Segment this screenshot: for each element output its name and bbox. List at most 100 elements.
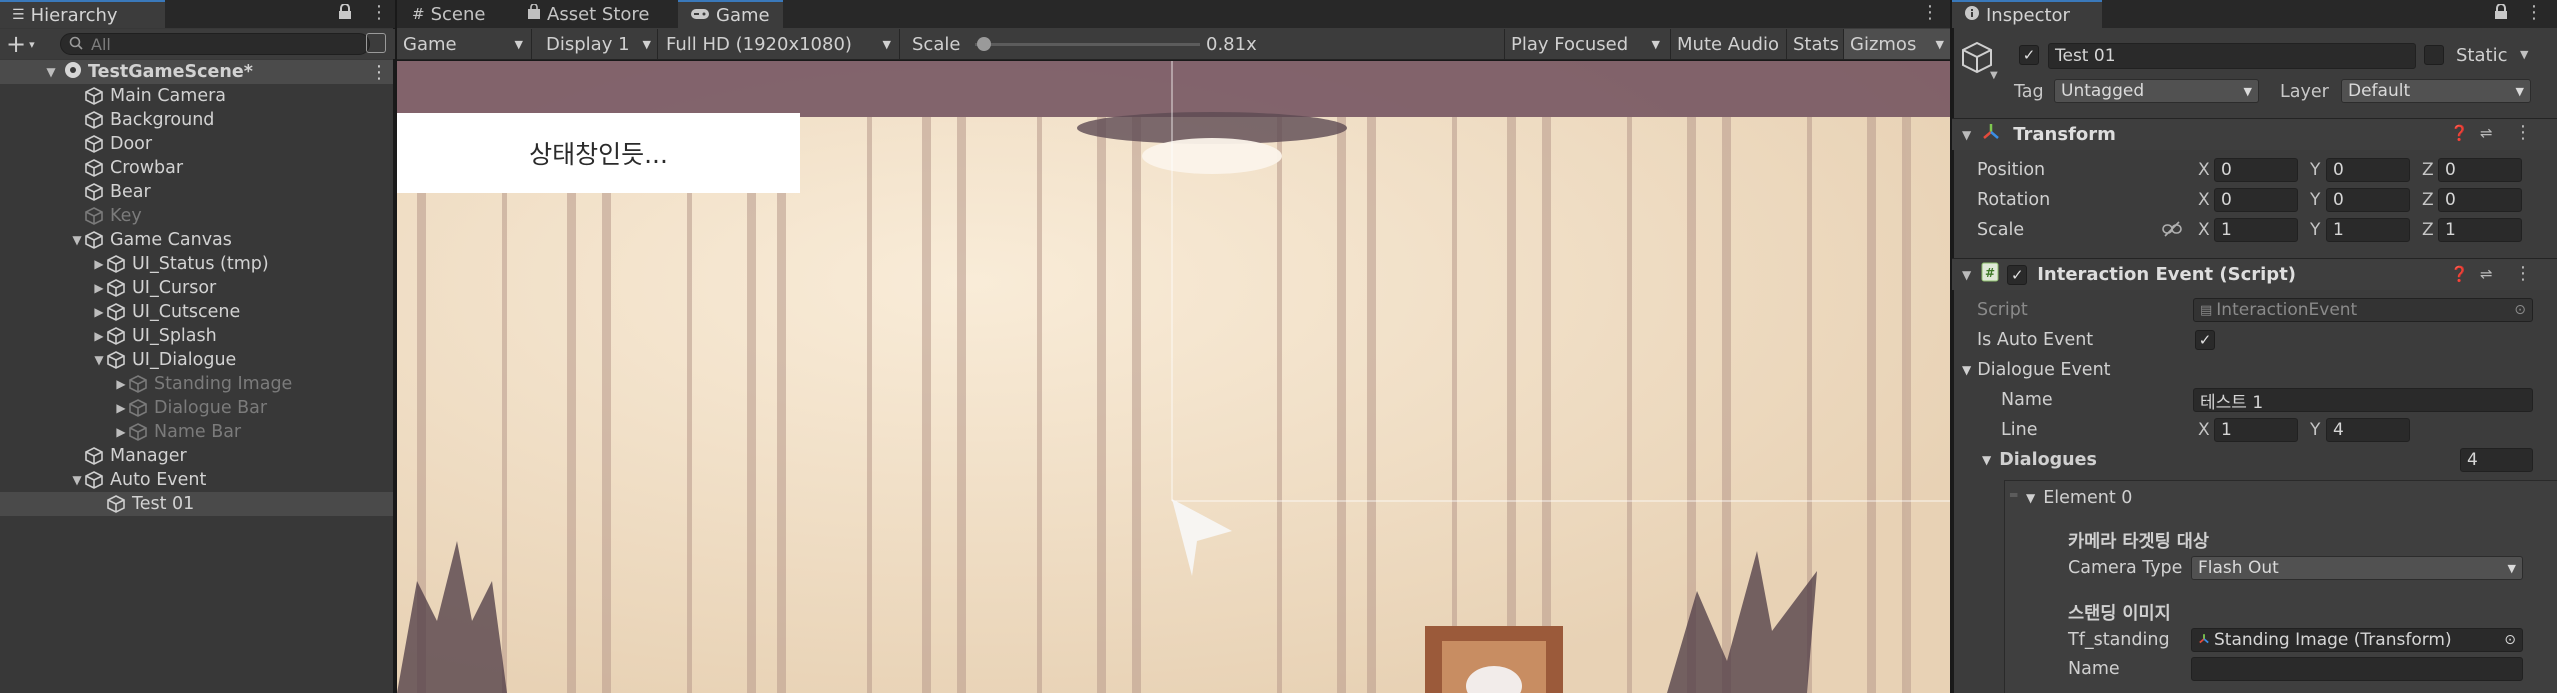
hierarchy-item[interactable]: Main Camera (0, 84, 393, 108)
hierarchy-item[interactable]: Key (0, 204, 393, 228)
dialogue-event-foldout[interactable]: ▼ Dialogue Event (1962, 356, 2111, 384)
expand-arrow-icon[interactable]: ▼ (92, 353, 106, 367)
hierarchy-item[interactable]: ▼ Game Canvas (0, 228, 393, 252)
scale-x-field[interactable]: 1 (2214, 218, 2298, 242)
position-y-field[interactable]: 0 (2326, 158, 2410, 182)
tab-inspector[interactable]: Inspector (1952, 0, 2102, 28)
rotation-x-field[interactable]: 0 (2214, 188, 2298, 212)
hierarchy-item[interactable]: ▼ Auto Event (0, 468, 393, 492)
display-dropdown[interactable]: Display 1 ▼ (540, 29, 658, 59)
hierarchy-item[interactable]: ▶ UI_Status (tmp) (0, 252, 393, 276)
hierarchy-item[interactable]: Manager (0, 444, 393, 468)
hierarchy-item[interactable]: ▶ Standing Image (0, 372, 393, 396)
hierarchy-item[interactable]: ▶ Name Bar (0, 420, 393, 444)
chevron-down-icon[interactable]: ▼ (1990, 70, 1998, 81)
expand-arrow-icon[interactable]: ▶ (92, 281, 106, 295)
tf-standing-field[interactable]: Standing Image (Transform) ⊙ (2191, 628, 2523, 652)
link-scale-icon[interactable] (2162, 221, 2182, 241)
hierarchy-item[interactable]: Bear (0, 180, 393, 204)
object-picker-icon[interactable]: ⊙ (2514, 302, 2526, 318)
element-0-foldout[interactable]: ▼ Element 0 (2026, 484, 2132, 512)
tab-game[interactable]: Game (678, 0, 783, 28)
add-button[interactable]: + ▾ (6, 30, 35, 58)
expand-arrow-icon[interactable]: ▶ (114, 377, 128, 391)
expand-arrow-icon[interactable]: ▼ (70, 473, 84, 487)
line-x-field[interactable]: 1 (2214, 418, 2298, 442)
object-name-field[interactable]: Test 01 (2048, 43, 2416, 69)
position-x-field[interactable]: 0 (2214, 158, 2298, 182)
component-menu-icon[interactable]: ⋮ (2514, 263, 2532, 284)
line-y-field[interactable]: 4 (2326, 418, 2410, 442)
static-checkbox[interactable] (2424, 45, 2444, 65)
help-icon[interactable]: ❓ (2450, 124, 2469, 142)
inspector-menu-icon[interactable]: ⋮ (2525, 2, 2543, 23)
center-menu-icon[interactable]: ⋮ (1921, 2, 1939, 23)
dialogues-foldout[interactable]: ▼ Dialogues (1982, 446, 2097, 474)
fold-arrow-icon[interactable]: ▼ (2026, 491, 2035, 505)
active-checkbox[interactable]: ✓ (2019, 45, 2039, 65)
fold-arrow-icon[interactable]: ▼ (1962, 268, 1971, 282)
drag-handle-icon[interactable]: ═ (2010, 488, 2017, 502)
tab-scene[interactable]: # Scene (400, 0, 497, 28)
dialogue-name-field[interactable]: 테스트 1 (2193, 388, 2533, 413)
hierarchy-item[interactable]: Crowbar (0, 156, 393, 180)
preset-icon[interactable]: ⇌ (2480, 265, 2493, 283)
scene-row[interactable]: ▼ TestGameScene* ⋮ (0, 60, 393, 84)
gameobject-cube-icon (129, 375, 147, 393)
component-enabled-checkbox[interactable]: ✓ (2007, 264, 2028, 285)
search-input[interactable]: All (60, 33, 370, 55)
position-z-field[interactable]: 0 (2438, 158, 2522, 182)
preset-icon[interactable]: ⇌ (2480, 124, 2493, 142)
scene-menu-icon[interactable]: ⋮ (370, 62, 388, 83)
scale-slider-thumb[interactable] (977, 37, 991, 51)
expand-arrow-icon[interactable]: ▶ (92, 257, 106, 271)
fold-arrow-icon[interactable]: ▼ (1962, 128, 1971, 142)
tab-asset-store[interactable]: Asset Store (515, 0, 662, 28)
gameobject-cube-icon (107, 495, 125, 513)
hierarchy-item[interactable]: ▶ UI_Cutscene (0, 300, 393, 324)
scale-y-field[interactable]: 1 (2326, 218, 2410, 242)
expand-arrow-icon[interactable]: ▶ (92, 329, 106, 343)
hierarchy-item[interactable]: Door (0, 132, 393, 156)
static-dropdown-icon[interactable]: ▼ (2520, 48, 2528, 61)
play-mode-dropdown[interactable]: Play Focused ▼ (1504, 29, 1664, 59)
camera-type-dropdown[interactable]: Flash Out ▼ (2191, 556, 2523, 580)
hierarchy-item[interactable]: ▼ UI_Dialogue (0, 348, 393, 372)
element-name-field[interactable] (2191, 657, 2523, 681)
help-icon[interactable]: ❓ (2450, 265, 2469, 283)
hierarchy-item[interactable]: ▶ UI_Splash (0, 324, 393, 348)
hierarchy-item[interactable]: ▶ Dialogue Bar (0, 396, 393, 420)
hierarchy-item[interactable]: Test 01 (0, 492, 393, 516)
mute-audio-button[interactable]: Mute Audio (1670, 29, 1785, 59)
tab-hierarchy[interactable]: ☰ Hierarchy (0, 0, 165, 28)
resolution-dropdown[interactable]: Full HD (1920x1080) ▼ (660, 29, 900, 59)
component-menu-icon[interactable]: ⋮ (2514, 122, 2532, 143)
stats-button[interactable]: Stats (1786, 29, 1845, 59)
scale-slider-track[interactable] (975, 43, 1200, 46)
scale-z-field[interactable]: 1 (2438, 218, 2522, 242)
kebab-menu-icon[interactable]: ⋮ (370, 2, 388, 23)
expand-arrow-icon[interactable]: ▶ (114, 425, 128, 439)
auto-event-checkbox[interactable]: ✓ (2195, 330, 2215, 350)
fold-arrow-icon[interactable]: ▼ (1962, 363, 1971, 377)
transform-title: Transform (2013, 124, 2116, 145)
gizmos-button[interactable]: Gizmos ▼ (1843, 29, 1950, 59)
expand-arrow-icon[interactable]: ▼ (70, 233, 84, 247)
lock-icon[interactable] (2494, 3, 2508, 24)
scene-visibility-icon[interactable] (366, 33, 386, 53)
rotation-y-field[interactable]: 0 (2326, 188, 2410, 212)
lock-icon[interactable] (338, 4, 352, 20)
dialogues-count-field[interactable]: 4 (2460, 448, 2533, 472)
fold-arrow-icon[interactable]: ▼ (1982, 453, 1991, 467)
layer-dropdown[interactable]: Default ▼ (2341, 79, 2531, 103)
expand-arrow-icon[interactable]: ▶ (92, 305, 106, 319)
tag-dropdown[interactable]: Untagged ▼ (2054, 79, 2259, 103)
hierarchy-item[interactable]: ▶ UI_Cursor (0, 276, 393, 300)
hierarchy-item[interactable]: Background (0, 108, 393, 132)
expand-arrow-icon[interactable]: ▼ (44, 65, 58, 79)
game-view[interactable]: 상태창인듯... (397, 61, 1950, 693)
display-mode-dropdown[interactable]: Game ▼ (397, 29, 532, 59)
expand-arrow-icon[interactable]: ▶ (114, 401, 128, 415)
rotation-z-field[interactable]: 0 (2438, 188, 2522, 212)
object-picker-icon[interactable]: ⊙ (2504, 632, 2516, 648)
